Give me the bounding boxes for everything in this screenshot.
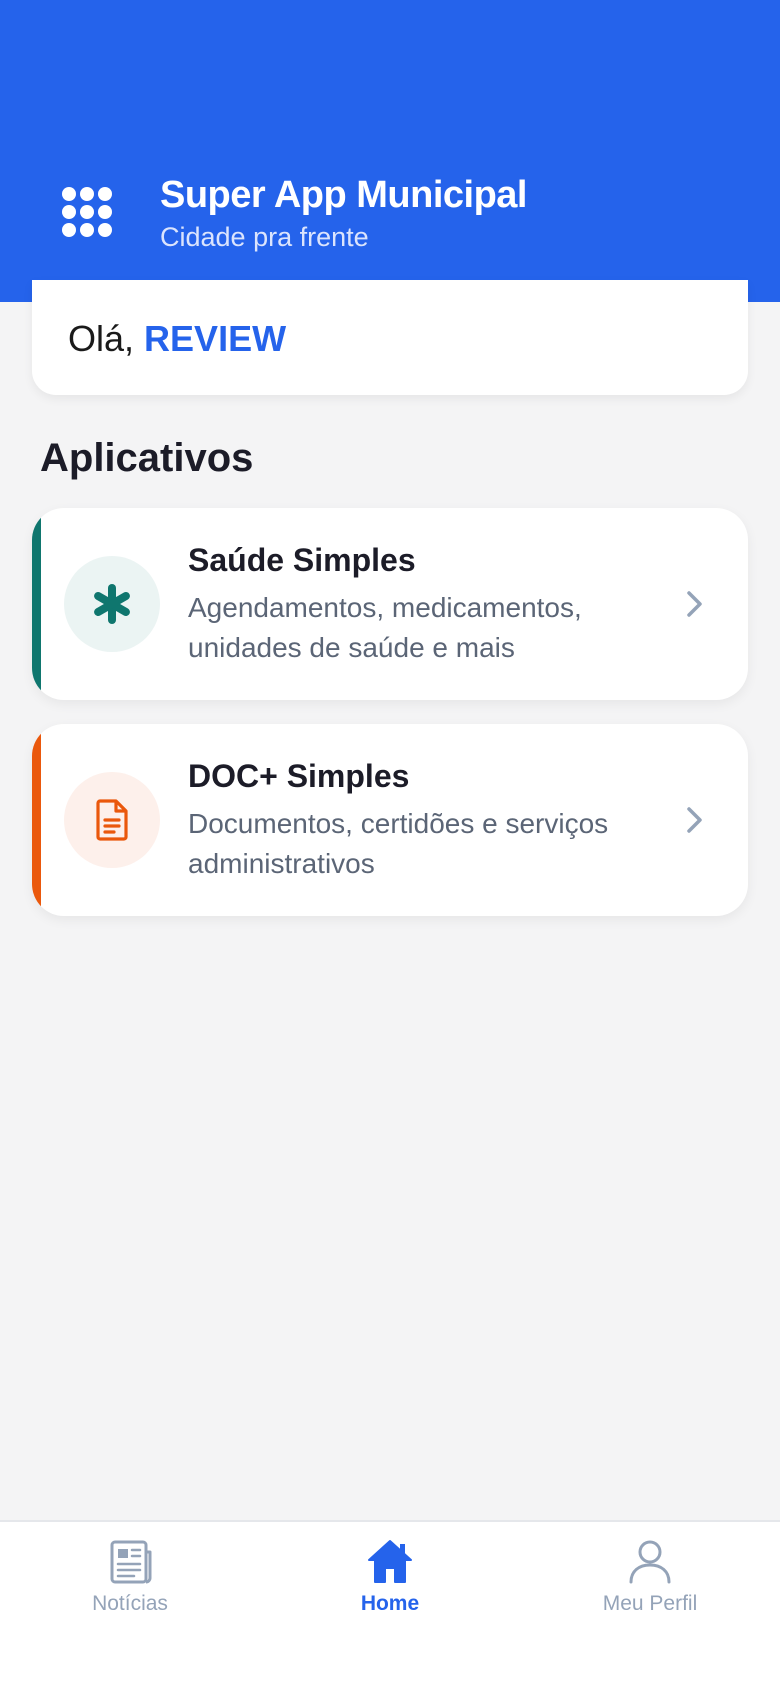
menu-dot [80, 187, 94, 201]
nav-label: Home [360, 1592, 420, 1615]
app-card-saude-simples[interactable]: Saúde Simples Agendamentos, medicamentos… [32, 508, 748, 700]
section-title-apps: Aplicativos [40, 436, 254, 480]
chevron-right-icon [687, 807, 702, 833]
menu-dot [98, 187, 112, 201]
nav-item-noticias[interactable]: Notícias [30, 1536, 230, 1636]
card-accent-bar [32, 724, 41, 916]
card-accent-bar [32, 508, 41, 700]
nav-item-home[interactable]: Home [290, 1536, 490, 1636]
menu-dot [98, 223, 112, 237]
user-name: REVIEW [144, 318, 287, 359]
app-subtitle: Cidade pra frente [160, 222, 369, 252]
app-card-doc-simples[interactable]: DOC+ Simples Documentos, certidões e ser… [32, 724, 748, 916]
app-card-title: DOC+ Simples [188, 758, 410, 794]
menu-dot [98, 205, 112, 219]
menu-dot [80, 223, 94, 237]
home-icon [368, 1540, 412, 1583]
menu-dot [62, 205, 76, 219]
greeting-card: Olá, REVIEW [32, 280, 748, 395]
asterisk-icon [94, 584, 130, 624]
menu-dot [80, 205, 94, 219]
greeting-text: Olá, REVIEW [68, 318, 286, 360]
menu-dot [62, 187, 76, 201]
nav-item-meu-perfil[interactable]: Meu Perfil [550, 1536, 750, 1636]
app-card-description: Agendamentos, medicamentos, unidades de … [188, 592, 582, 663]
nav-label: Meu Perfil [602, 1592, 698, 1615]
grid-dots-icon[interactable] [58, 184, 120, 246]
app-card-description: Documentos, certidões e serviços adminis… [188, 808, 609, 879]
icon-badge [64, 556, 160, 652]
user-icon [629, 1540, 671, 1584]
nav-label: Notícias [92, 1592, 168, 1615]
greeting-prefix: Olá, [68, 318, 135, 359]
document-icon [96, 799, 128, 841]
menu-dot [62, 223, 76, 237]
app-card-title: Saúde Simples [188, 542, 416, 578]
app-header: Super App Municipal Cidade pra frente [0, 0, 780, 302]
home-screen: Super App Municipal Cidade pra frente Ol… [0, 0, 780, 1688]
bottom-navigation: Notícias Home Meu Perfil [0, 1520, 780, 1688]
icon-badge [64, 772, 160, 868]
app-title: Super App Municipal [160, 174, 528, 216]
newspaper-icon [110, 1540, 152, 1584]
chevron-right-icon [687, 591, 702, 617]
